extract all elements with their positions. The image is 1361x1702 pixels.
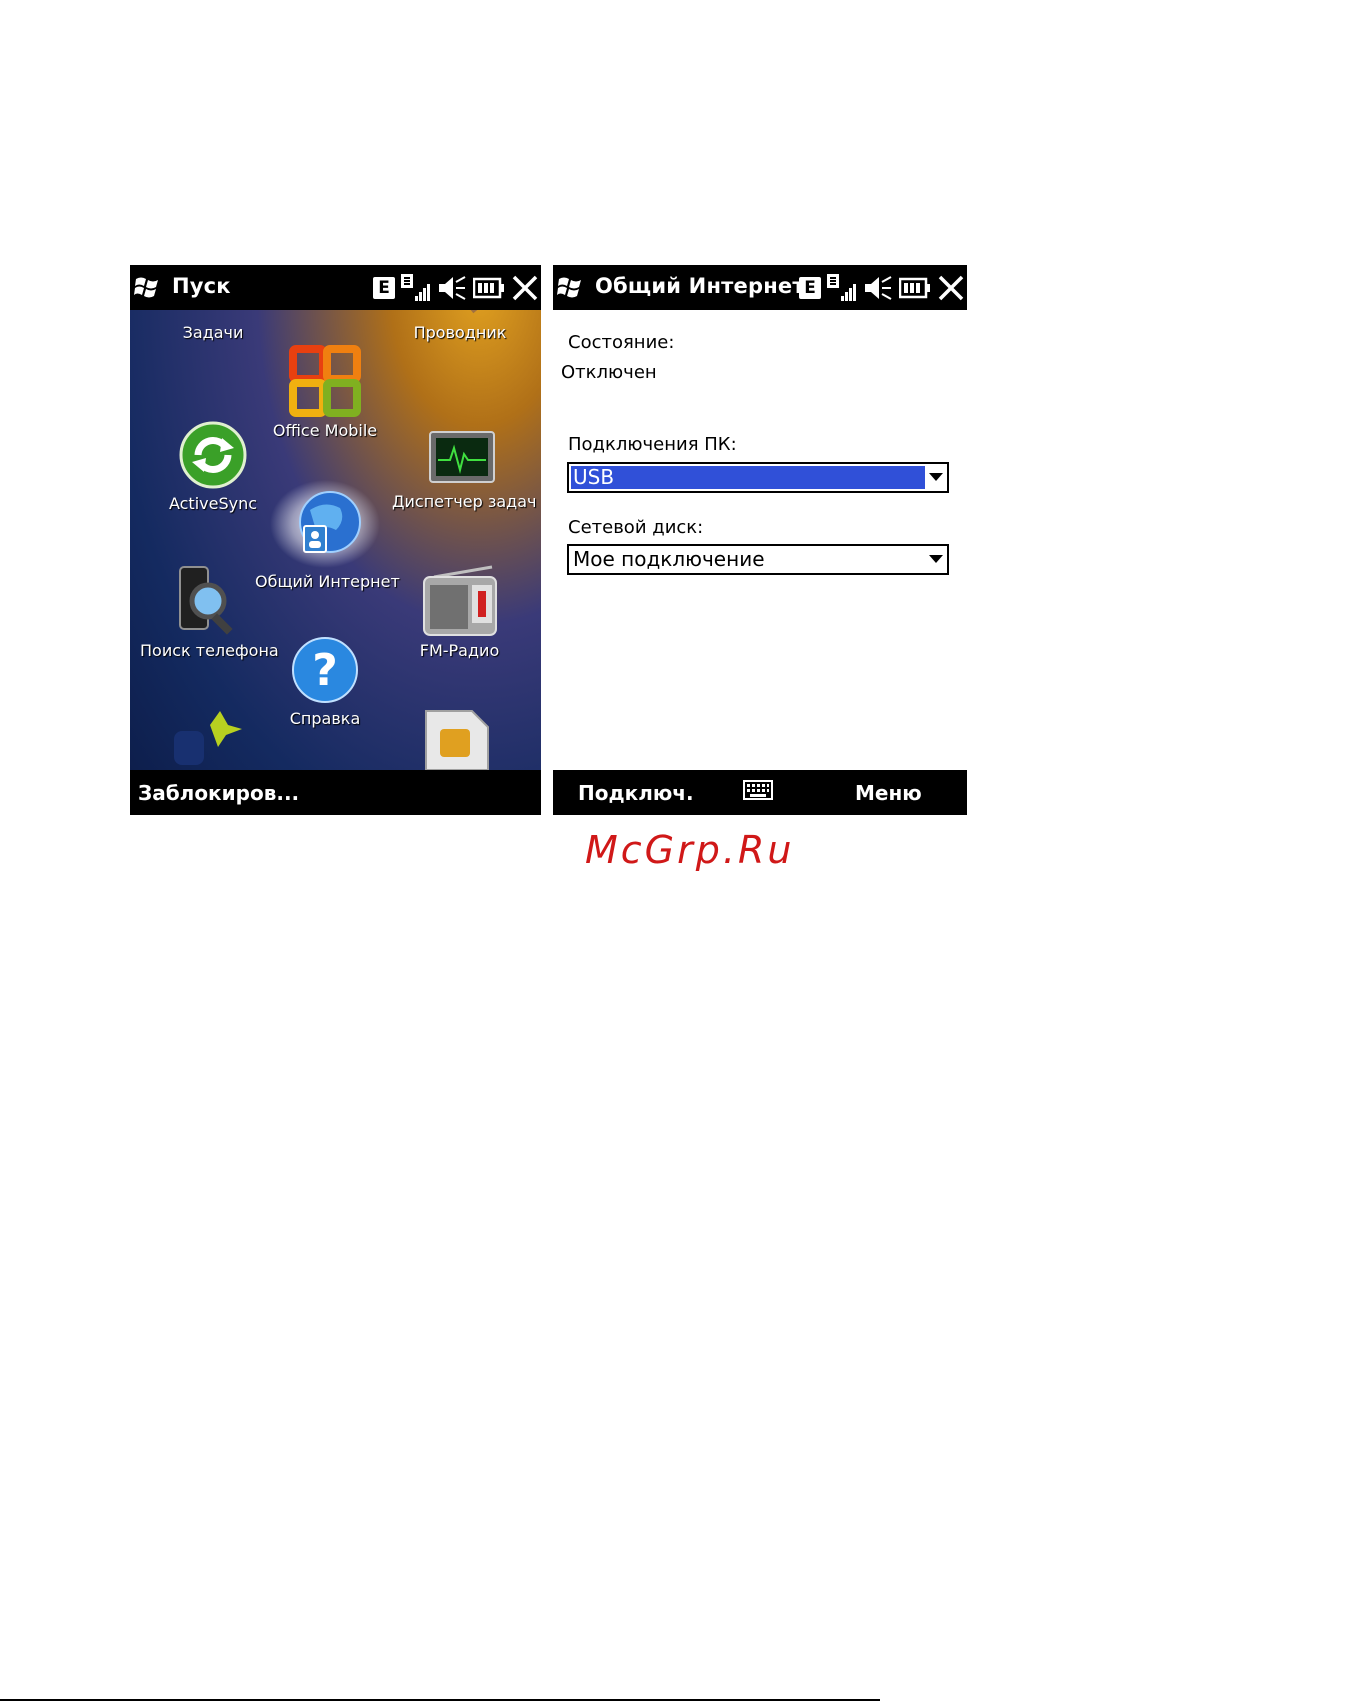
title-bar: Общий Интернет E (553, 265, 967, 310)
lock-softkey[interactable]: Заблокиров... (138, 781, 299, 805)
app-task-manager[interactable]: Диспетчер задач (392, 430, 537, 511)
start-menu-screen: Задачи Проводник Office Mobile ActiveSyn… (130, 265, 541, 815)
edge-network-icon[interactable]: E (373, 277, 395, 299)
pc-connection-label: Подключения ПК: (568, 434, 737, 455)
radio-icon (422, 565, 497, 636)
status-icons: E (373, 274, 539, 302)
status-value: Отключен (561, 362, 657, 383)
connect-softkey[interactable]: Подключ. (578, 781, 694, 805)
internet-sharing-icon (270, 480, 380, 568)
app-internet-sharing[interactable]: Общий Интернет (255, 480, 400, 591)
softkey-bar: Заблокиров... (130, 770, 541, 815)
windows-start-icon[interactable] (134, 275, 160, 299)
windows-start-icon[interactable] (557, 275, 583, 299)
close-icon[interactable] (937, 274, 965, 302)
chevron-down-icon[interactable] (929, 473, 943, 481)
pc-connection-value: USB (570, 465, 926, 490)
app-activesync[interactable]: ActiveSync (158, 420, 268, 513)
pc-connection-select[interactable]: USB (567, 462, 949, 493)
battery-icon[interactable] (473, 276, 505, 300)
edge-network-icon[interactable]: E (799, 277, 821, 299)
activesync-icon (179, 421, 247, 489)
close-icon[interactable] (511, 274, 539, 302)
title-bar: Пуск E (130, 265, 541, 310)
menu-softkey[interactable]: Меню (855, 781, 922, 805)
softkey-bar: Подключ. Меню (553, 770, 967, 815)
task-manager-icon (429, 431, 495, 483)
sim-card-icon (425, 710, 489, 770)
status-label: Состояние: (568, 332, 675, 353)
signal-icon[interactable] (827, 274, 857, 302)
watermark-text: McGrp.Ru (585, 828, 795, 872)
network-drive-select[interactable]: Мое подключение (567, 544, 949, 575)
app-help[interactable]: ? Справка (275, 635, 375, 728)
chevron-down-icon[interactable] (929, 555, 943, 563)
phone-search-icon (179, 566, 233, 635)
battery-icon[interactable] (899, 276, 931, 300)
app-office-mobile[interactable]: Office Mobile (270, 345, 380, 440)
signal-icon[interactable] (401, 274, 431, 302)
speaker-muted-icon[interactable] (437, 274, 467, 302)
footer-divider (0, 1699, 880, 1701)
status-icons: E (799, 274, 965, 302)
title-text: Пуск (172, 274, 231, 298)
network-drive-label: Сетевой диск: (568, 517, 704, 538)
app-phone-search[interactable]: Поиск телефона (140, 565, 279, 660)
partial-app-icon (174, 711, 242, 765)
title-text: Общий Интернет (595, 274, 805, 298)
keyboard-icon[interactable] (743, 780, 773, 802)
office-icon (289, 345, 361, 417)
speaker-muted-icon[interactable] (863, 274, 893, 302)
network-drive-value: Мое подключение (573, 547, 765, 571)
help-icon: ? (292, 637, 358, 703)
app-fm-radio[interactable]: FM-Радио (402, 563, 517, 660)
internet-sharing-screen: Общий Интернет E Состояние: Отключен Под… (553, 265, 967, 815)
svg-text:?: ? (312, 645, 338, 696)
